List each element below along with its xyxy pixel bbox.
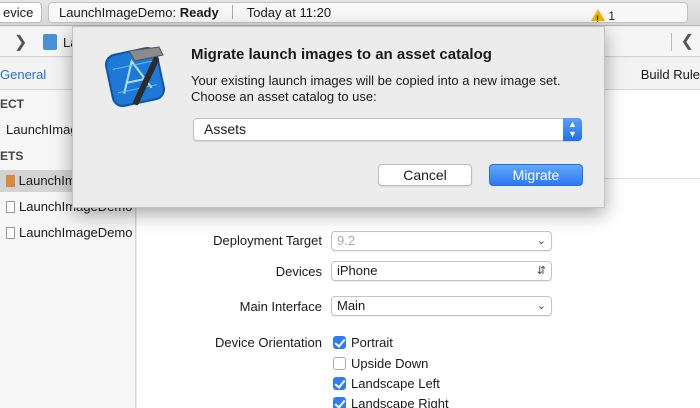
targets-section-header: ETS — [0, 149, 24, 163]
deployment-target-select[interactable]: 9.2 ⌄ — [331, 231, 552, 251]
chevron-down-icon: ⌄ — [536, 235, 546, 247]
device-selector[interactable]: evice — [0, 2, 43, 23]
updown-arrows-icon: ▲ ▼ — [563, 118, 582, 141]
checkbox-checked-icon — [333, 336, 346, 349]
landscape-left-checkbox[interactable]: Landscape Left — [333, 376, 440, 391]
project-file-icon — [43, 34, 57, 50]
checkbox-checked-icon — [333, 397, 346, 408]
checkbox-label: Landscape Left — [351, 376, 440, 391]
portrait-checkbox[interactable]: Portrait — [333, 335, 393, 350]
main-interface-label: Main Interface — [239, 299, 322, 314]
window-toolbar: evice LaunchImageDemo: Ready Today at 11… — [0, 0, 700, 26]
migrate-button[interactable]: Migrate — [489, 164, 583, 186]
sidebar-item-label: LaunchImageDemo... — [19, 225, 132, 240]
migrate-dialog: Migrate launch images to an asset catalo… — [72, 26, 605, 208]
app-target-icon — [6, 175, 15, 187]
asset-catalog-value: Assets — [204, 121, 247, 137]
project-section-header: ECT — [0, 97, 24, 111]
activity-status: LaunchImageDemo: Ready Today at 11:20 ! … — [48, 2, 688, 26]
warning-count: 1 — [608, 9, 615, 23]
status-text: Ready — [179, 5, 219, 20]
dialog-message-line: Choose an asset catalog to use: — [191, 89, 377, 104]
main-interface-value: Main — [337, 298, 366, 313]
landscape-right-checkbox[interactable]: Landscape Right — [333, 396, 449, 408]
checkbox-label: Landscape Right — [351, 396, 449, 408]
device-label: evice — [3, 5, 34, 20]
dialog-message-line: Your existing launch images will be copi… — [191, 73, 561, 88]
warning-icon: ! — [590, 9, 605, 24]
upside-down-checkbox[interactable]: Upside Down — [333, 356, 428, 371]
status-time: Today at 11:20 — [246, 5, 332, 20]
devices-select[interactable]: iPhone ⇵ — [331, 261, 552, 281]
tab-build-rules[interactable]: Build Rule — [641, 67, 700, 82]
file-icon — [6, 227, 15, 239]
tab-general[interactable]: General — [0, 67, 46, 82]
status-separator — [232, 5, 234, 19]
chevron-down-icon: ⌄ — [536, 300, 546, 312]
device-orientation-label: Device Orientation — [215, 335, 322, 350]
deployment-target-label: Deployment Target — [213, 233, 322, 248]
deployment-target-value: 9.2 — [337, 233, 356, 248]
asset-catalog-popup[interactable]: Assets ▲ ▼ — [193, 118, 582, 141]
sidebar-item-label: LaunchImag — [6, 122, 78, 137]
updown-arrows-icon: ⇵ — [536, 265, 546, 277]
file-icon — [6, 201, 15, 213]
checkbox-label: Portrait — [351, 335, 393, 350]
chevron-left-icon[interactable]: ❮ — [670, 31, 694, 51]
warning-indicator[interactable]: ! 1 — [590, 7, 615, 26]
chevron-right-icon[interactable]: ❯ — [14, 32, 27, 52]
dialog-message: Your existing launch images will be copi… — [191, 73, 591, 105]
status-app-name: LaunchImageDemo: — [59, 5, 177, 20]
main-interface-select[interactable]: Main ⌄ — [331, 296, 552, 316]
sidebar-item-target[interactable]: LaunchImageDemo... — [6, 225, 132, 240]
dialog-title: Migrate launch images to an asset catalo… — [191, 46, 492, 63]
devices-label: Devices — [275, 264, 322, 279]
devices-value: iPhone — [337, 263, 378, 278]
cancel-button[interactable]: Cancel — [378, 164, 472, 186]
xcode-hammer-icon — [105, 46, 165, 107]
checkbox-unchecked-icon — [333, 357, 346, 370]
checkbox-label: Upside Down — [351, 356, 429, 371]
checkbox-checked-icon — [333, 377, 346, 390]
